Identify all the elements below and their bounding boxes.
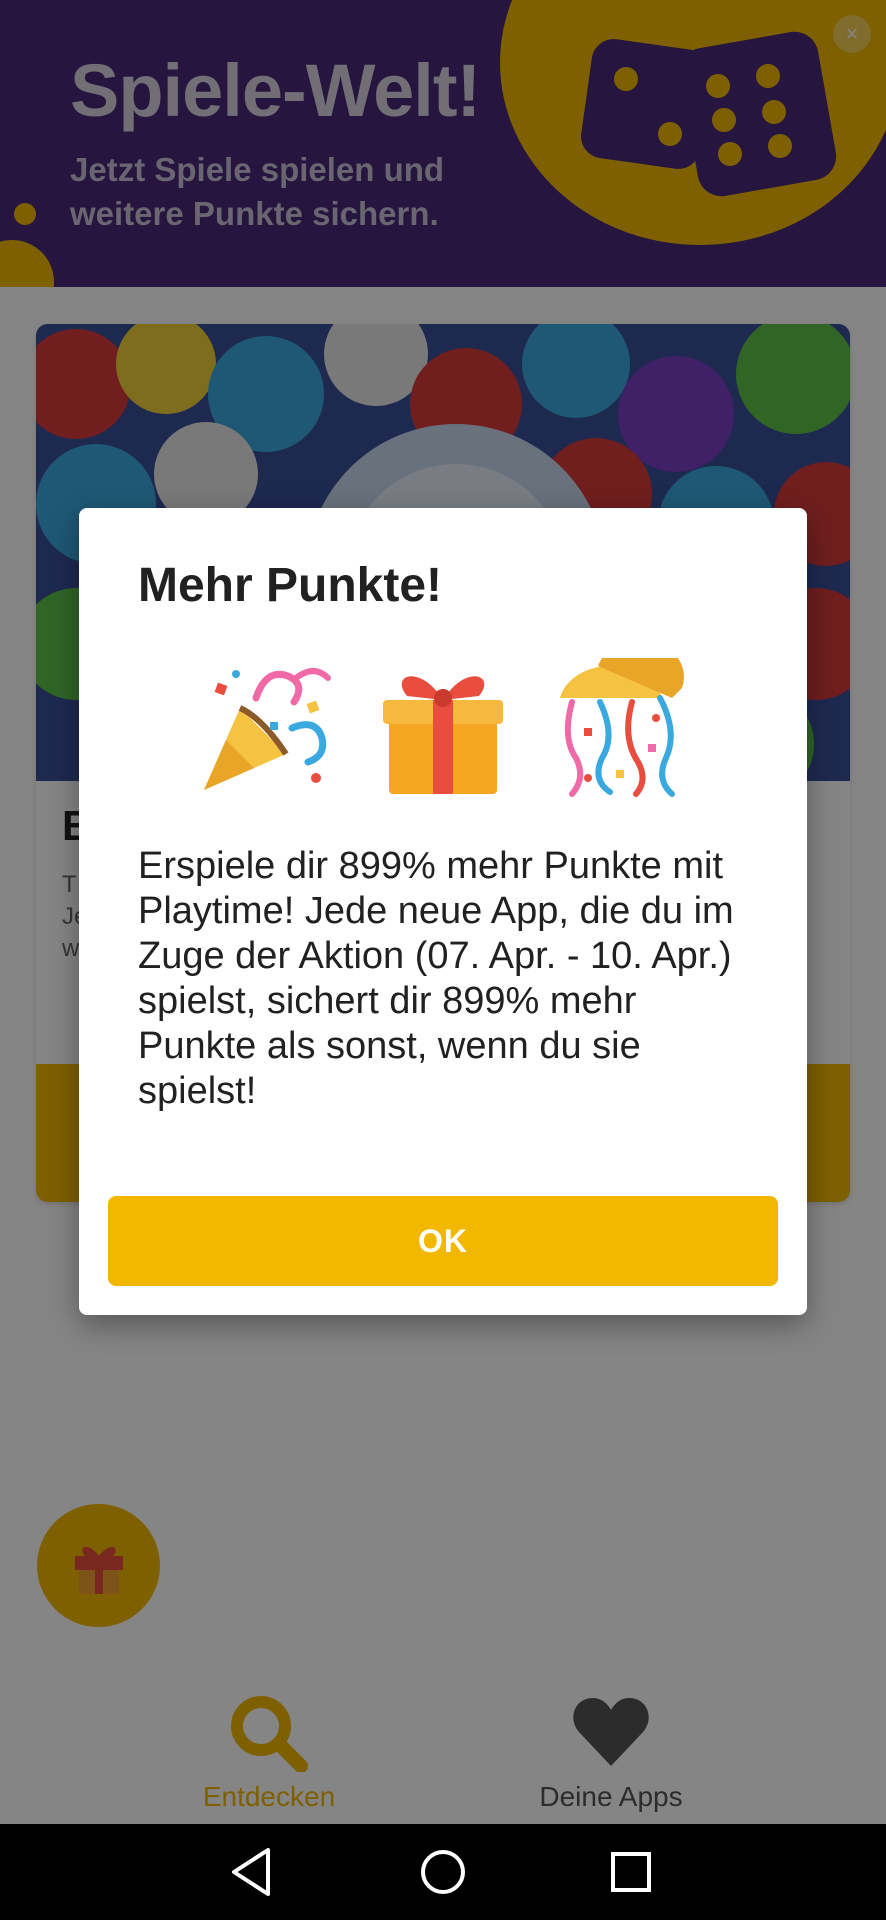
recents-icon[interactable]: [603, 1844, 659, 1900]
dialog-message: Erspiele dir 899% mehr Punkte mit Playti…: [138, 845, 734, 1112]
confetti-ball-icon: [560, 658, 684, 797]
system-navigation-bar: [0, 1824, 886, 1920]
more-points-dialog: Mehr Punkte! Erspiele dir 899% mehr Punk…: [79, 508, 807, 1315]
wrapped-gift-icon: [383, 676, 503, 794]
party-popper-icon: [204, 668, 331, 790]
home-icon[interactable]: [415, 1844, 471, 1900]
back-icon[interactable]: [226, 1844, 282, 1900]
dialog-title: Mehr Punkte!: [138, 559, 443, 612]
ok-button[interactable]: OK: [108, 1196, 778, 1286]
emoji-row: [79, 658, 807, 798]
